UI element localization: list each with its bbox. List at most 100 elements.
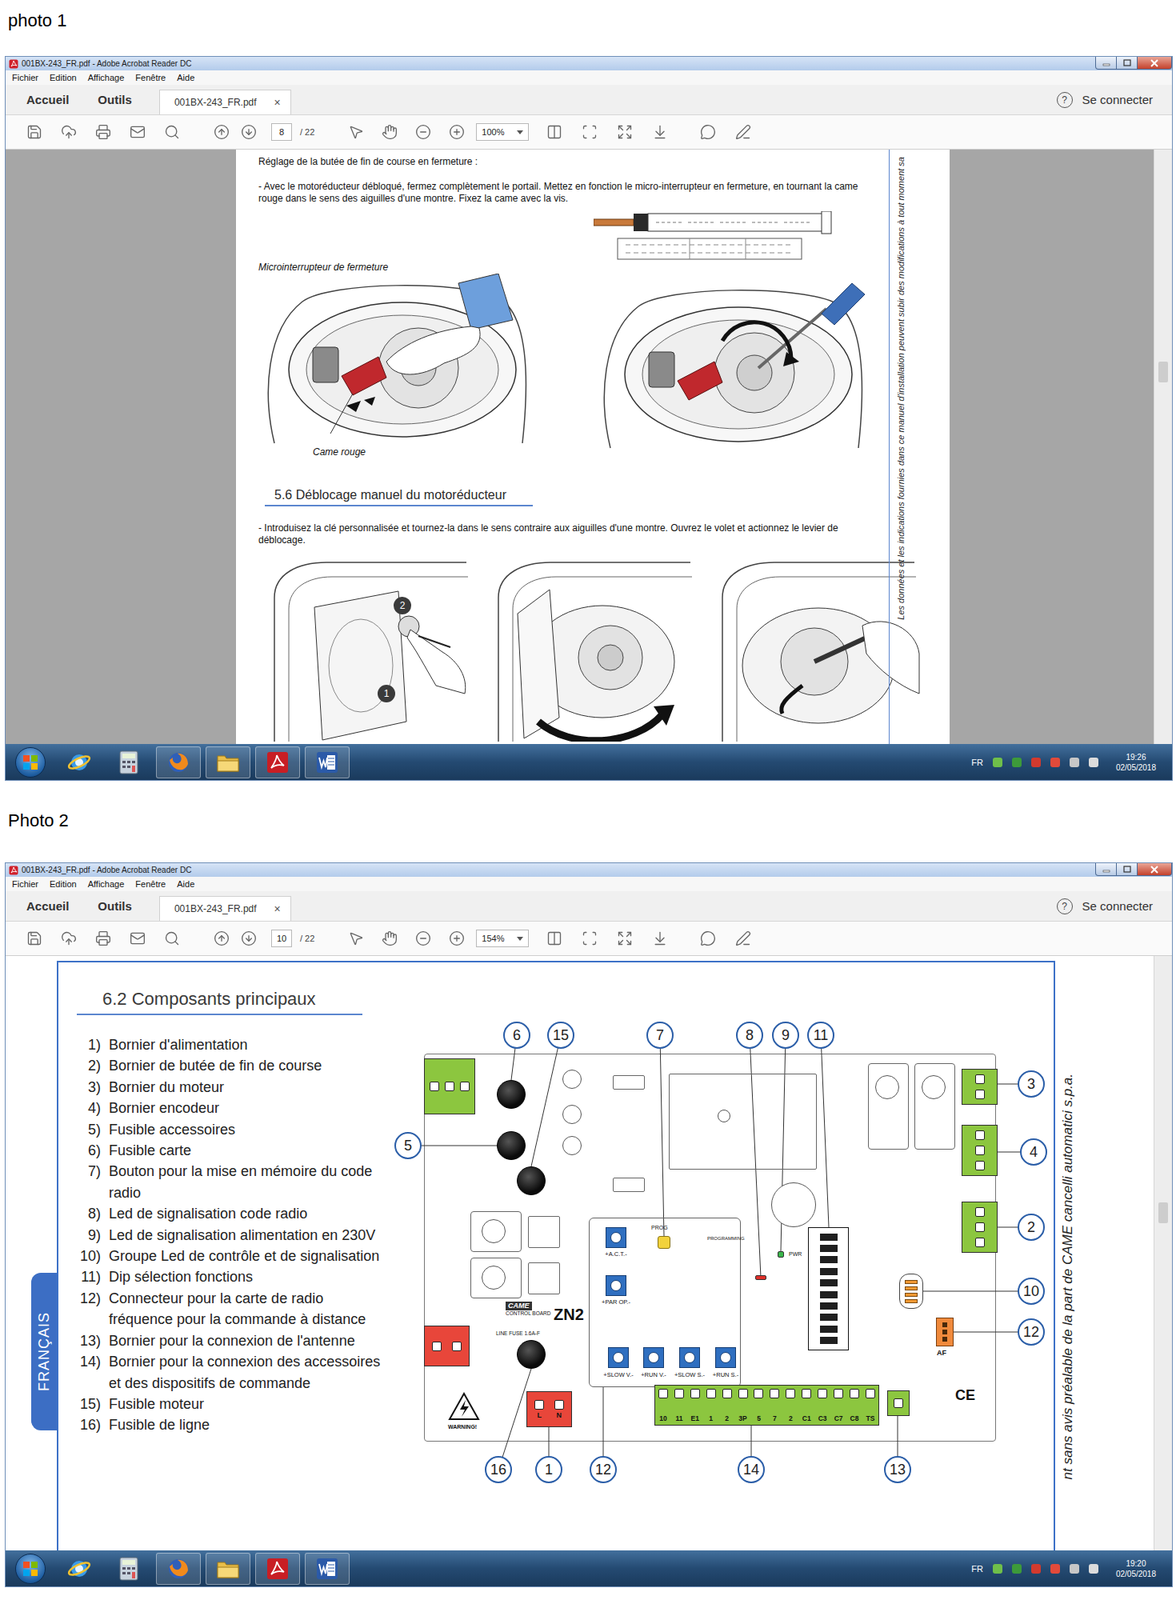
- start-button[interactable]: [15, 747, 46, 778]
- taskbar-app[interactable]: [106, 746, 152, 779]
- taskbar-app[interactable]: [304, 1552, 350, 1585]
- taskbar-app[interactable]: [156, 746, 201, 779]
- close-button[interactable]: [1136, 863, 1172, 876]
- zoom-out-icon[interactable]: [415, 930, 432, 947]
- maximize-button[interactable]: [1116, 56, 1138, 70]
- tray-app-icon[interactable]: [992, 757, 1003, 768]
- help-button[interactable]: ?: [1056, 898, 1073, 915]
- menu-item[interactable]: Edition: [49, 879, 77, 889]
- volume-icon[interactable]: [1088, 757, 1099, 768]
- menu-item[interactable]: Edition: [49, 72, 77, 83]
- scrollbar[interactable]: [1153, 956, 1172, 1551]
- minimize-button[interactable]: [1095, 863, 1117, 876]
- scroll-thumb[interactable]: [1158, 1202, 1168, 1224]
- upload-icon[interactable]: [60, 124, 77, 140]
- zoom-out-icon[interactable]: [415, 124, 432, 140]
- scroll-thumb[interactable]: [1158, 361, 1168, 383]
- trimmer[interactable]: [679, 1347, 700, 1368]
- zoom-field[interactable]: 154%: [476, 929, 529, 948]
- dip-switch[interactable]: [808, 1227, 849, 1351]
- nav-tab[interactable]: Outils: [83, 84, 147, 115]
- previous-page-icon[interactable]: [213, 930, 230, 947]
- menu-item[interactable]: Affichage: [88, 72, 125, 83]
- zoom-in-icon[interactable]: [448, 124, 465, 140]
- taskbar-app[interactable]: [205, 1552, 251, 1585]
- next-page-icon[interactable]: [240, 124, 257, 140]
- tray-app-icon[interactable]: [1012, 757, 1022, 768]
- save-icon[interactable]: [26, 930, 43, 947]
- tray-app-icon[interactable]: [1050, 1564, 1060, 1574]
- tray-app-icon[interactable]: [1050, 757, 1060, 768]
- minimize-button[interactable]: [1095, 56, 1117, 70]
- scrollbar[interactable]: [1153, 149, 1172, 744]
- save-icon[interactable]: [26, 124, 43, 140]
- print-icon[interactable]: [95, 124, 112, 140]
- page-view-icon[interactable]: [546, 930, 563, 947]
- prog-button[interactable]: [657, 1236, 671, 1249]
- menu-item[interactable]: Fenêtre: [135, 72, 166, 83]
- fit-page-icon[interactable]: [581, 124, 598, 140]
- taskbar-app[interactable]: [56, 1552, 102, 1585]
- scroll-mode-icon[interactable]: [652, 930, 668, 947]
- mail-icon[interactable]: [129, 124, 146, 140]
- sign-in-link[interactable]: Se connecter: [1082, 899, 1153, 913]
- sign-icon[interactable]: [735, 930, 752, 947]
- help-button[interactable]: ?: [1056, 92, 1073, 108]
- tray-flag-icon[interactable]: [1031, 757, 1041, 768]
- hand-icon[interactable]: [381, 124, 398, 140]
- page-number-field[interactable]: 10: [271, 929, 292, 948]
- maximize-button[interactable]: [1116, 863, 1138, 876]
- taskbar-app[interactable]: [255, 746, 300, 779]
- trimmer[interactable]: [715, 1347, 736, 1368]
- scroll-mode-icon[interactable]: [652, 124, 668, 140]
- search-icon[interactable]: [164, 930, 180, 947]
- zoom-in-icon[interactable]: [448, 930, 465, 947]
- language-indicator[interactable]: FR: [971, 757, 984, 768]
- clock[interactable]: 19:2002/05/2018: [1116, 1558, 1163, 1580]
- menu-item[interactable]: Aide: [176, 879, 195, 889]
- trimmer[interactable]: [605, 1275, 627, 1296]
- language-indicator[interactable]: FR: [971, 1564, 984, 1574]
- document-tab[interactable]: 001BX-243_FR.pdf×: [159, 89, 292, 115]
- menu-item[interactable]: Fenêtre: [135, 879, 166, 889]
- search-icon[interactable]: [164, 124, 180, 140]
- document-tab[interactable]: 001BX-243_FR.pdf×: [159, 896, 292, 921]
- close-button[interactable]: [1136, 56, 1172, 70]
- next-page-icon[interactable]: [240, 930, 257, 947]
- full-screen-icon[interactable]: [616, 930, 633, 947]
- menu-item[interactable]: Affichage: [88, 879, 125, 889]
- menu-item[interactable]: Aide: [176, 72, 195, 83]
- tray-app-icon[interactable]: [992, 1564, 1003, 1574]
- zoom-field[interactable]: 100%: [476, 123, 529, 141]
- menu-item[interactable]: Fichier: [12, 72, 39, 83]
- volume-icon[interactable]: [1088, 1564, 1099, 1574]
- taskbar-app[interactable]: [56, 746, 102, 779]
- taskbar-app[interactable]: [304, 746, 350, 779]
- clock[interactable]: 19:2602/05/2018: [1116, 752, 1163, 773]
- fit-page-icon[interactable]: [581, 930, 598, 947]
- tray-flag-icon[interactable]: [1031, 1564, 1041, 1574]
- previous-page-icon[interactable]: [213, 124, 230, 140]
- trimmer[interactable]: [608, 1347, 629, 1368]
- network-icon[interactable]: [1069, 757, 1080, 768]
- network-icon[interactable]: [1069, 1564, 1080, 1574]
- tab-close-button[interactable]: ×: [274, 96, 281, 109]
- menu-item[interactable]: Fichier: [12, 879, 39, 889]
- sign-icon[interactable]: [735, 124, 752, 140]
- nav-tab[interactable]: Accueil: [12, 84, 84, 115]
- select-icon[interactable]: [348, 124, 364, 140]
- start-button[interactable]: [15, 1553, 46, 1584]
- taskbar-app[interactable]: [106, 1552, 152, 1585]
- comment-icon[interactable]: [700, 124, 716, 140]
- page-number-field[interactable]: 8: [271, 123, 292, 141]
- nav-tab[interactable]: Accueil: [12, 891, 84, 921]
- upload-icon[interactable]: [60, 930, 77, 947]
- taskbar-app[interactable]: [156, 1552, 201, 1585]
- comment-icon[interactable]: [700, 930, 716, 947]
- tray-app-icon[interactable]: [1012, 1564, 1022, 1574]
- mail-icon[interactable]: [129, 930, 146, 947]
- tab-close-button[interactable]: ×: [274, 902, 281, 916]
- nav-tab[interactable]: Outils: [83, 891, 147, 921]
- trimmer[interactable]: [643, 1347, 664, 1368]
- print-icon[interactable]: [95, 930, 112, 947]
